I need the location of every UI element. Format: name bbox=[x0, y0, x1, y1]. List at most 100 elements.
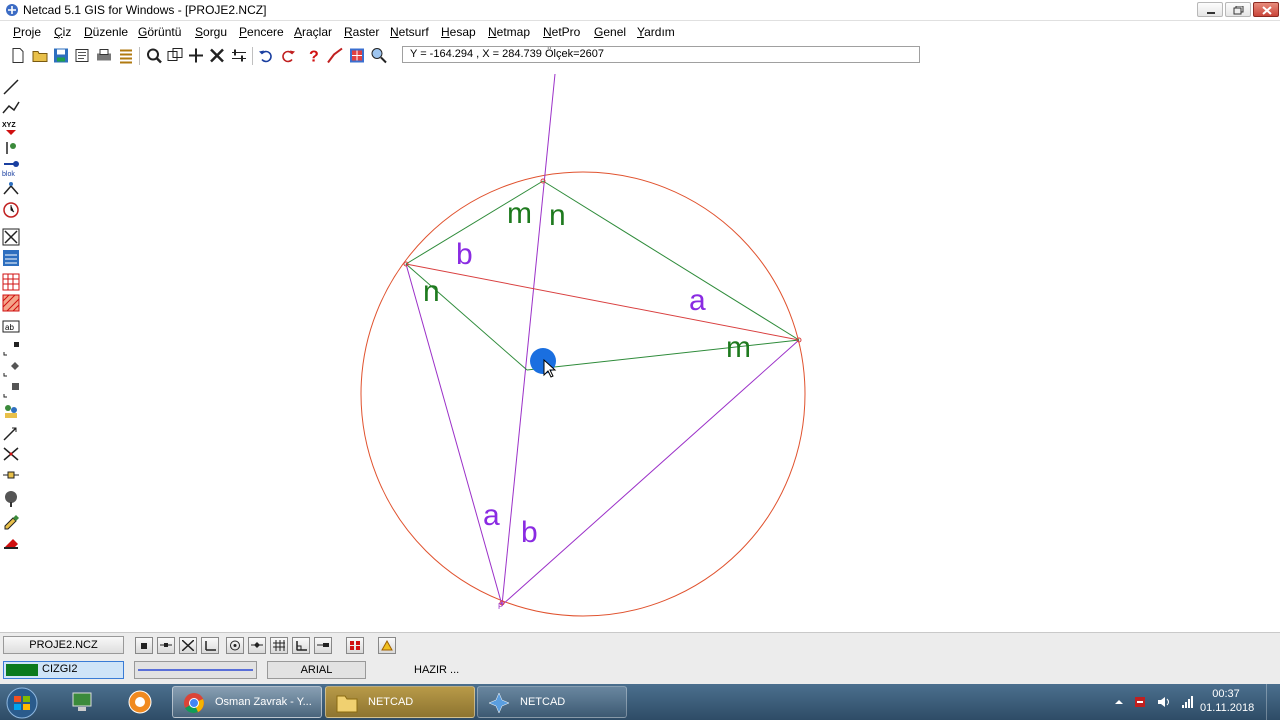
line-tool-icon[interactable] bbox=[2, 78, 20, 96]
menu-genel[interactable]: Genel bbox=[594, 25, 626, 39]
file-tab[interactable]: PROJE2.NCZ bbox=[3, 636, 124, 654]
menu-sorgu[interactable]: Sorgu bbox=[195, 25, 227, 39]
menu-raster[interactable]: Raster bbox=[344, 25, 379, 39]
undo-icon[interactable] bbox=[257, 46, 275, 65]
snap-button[interactable] bbox=[201, 637, 219, 654]
taskbar-app-chrome[interactable]: Osman Zavrak - Y... bbox=[172, 686, 322, 718]
menu-pencere[interactable]: Pencere bbox=[239, 25, 284, 39]
warning-button[interactable] bbox=[378, 637, 396, 654]
snap-button[interactable] bbox=[226, 637, 244, 654]
minimize-icon bbox=[1207, 12, 1215, 14]
line-left-p[interactable] bbox=[405, 263, 503, 606]
snap-button[interactable] bbox=[135, 637, 153, 654]
polar-button[interactable] bbox=[314, 637, 332, 654]
pan-icon[interactable] bbox=[187, 46, 205, 65]
grid-icon bbox=[273, 640, 285, 651]
point-tool-icon[interactable] bbox=[2, 139, 20, 157]
menu-hesap[interactable]: Hesap bbox=[441, 25, 476, 39]
taskbar-pinned-app[interactable] bbox=[56, 686, 110, 718]
volume-icon[interactable] bbox=[1157, 695, 1171, 709]
menu-goruntu[interactable]: Görüntü bbox=[138, 25, 181, 39]
menu-netpro[interactable]: NetPro bbox=[543, 25, 580, 39]
polar-icon bbox=[317, 643, 329, 647]
angle-tool-icon[interactable] bbox=[2, 424, 20, 442]
status-bar: CIZGI2 ARIAL HAZIR ... bbox=[0, 658, 1280, 684]
paint-icon[interactable] bbox=[2, 512, 20, 530]
new-file-icon[interactable] bbox=[9, 46, 27, 65]
chord-left-right[interactable] bbox=[405, 263, 800, 341]
polyline-tool-icon[interactable] bbox=[326, 46, 344, 65]
cross-section-icon[interactable] bbox=[2, 228, 20, 246]
redo-icon[interactable] bbox=[279, 46, 297, 65]
drawing-canvas[interactable]: P m n b n a m a b bbox=[22, 70, 1280, 630]
menu-duzenle[interactable]: Düzenle bbox=[84, 25, 128, 39]
zoom-window-icon[interactable] bbox=[166, 46, 184, 65]
polyline-tool-icon[interactable] bbox=[2, 99, 20, 117]
tray-expand-icon[interactable] bbox=[1112, 695, 1126, 709]
snap-button[interactable] bbox=[157, 637, 175, 654]
clock-icon[interactable] bbox=[2, 201, 20, 219]
node-tool-icon[interactable] bbox=[2, 466, 20, 484]
print-icon[interactable] bbox=[95, 46, 113, 65]
computer-icon bbox=[72, 692, 92, 711]
menu-yardim[interactable]: Yardım bbox=[637, 25, 675, 39]
hatch-grid-icon[interactable] bbox=[2, 273, 20, 291]
diamond-icon[interactable] bbox=[2, 359, 20, 377]
search-icon[interactable] bbox=[370, 46, 388, 65]
tree-icon[interactable] bbox=[2, 490, 20, 508]
snap-button[interactable] bbox=[179, 637, 197, 654]
select-button[interactable] bbox=[346, 637, 364, 654]
snap-button[interactable] bbox=[248, 637, 266, 654]
delete-icon[interactable] bbox=[208, 46, 226, 65]
large-square-icon[interactable] bbox=[2, 380, 20, 398]
linetype-selector[interactable] bbox=[134, 661, 257, 679]
text-tool-icon[interactable]: ab bbox=[2, 317, 20, 335]
security-tray-icon[interactable] bbox=[1133, 695, 1147, 709]
taskbar-app-netcad[interactable]: NETCAD bbox=[477, 686, 627, 718]
system-clock[interactable]: 00:37 01.11.2018 bbox=[1200, 687, 1255, 715]
grid-button[interactable] bbox=[270, 637, 288, 654]
start-button[interactable] bbox=[4, 686, 40, 719]
people-icon[interactable] bbox=[2, 402, 20, 420]
xyz-point-icon[interactable]: XYZ bbox=[2, 119, 20, 137]
menu-ciz[interactable]: Çiz bbox=[54, 25, 71, 39]
adjust-icon[interactable] bbox=[230, 46, 248, 65]
save-icon[interactable] bbox=[52, 46, 70, 65]
green-center-right[interactable] bbox=[526, 339, 800, 371]
offset-tool-icon[interactable] bbox=[2, 180, 20, 198]
menu-netmap[interactable]: Netmap bbox=[488, 25, 530, 39]
font-selector[interactable]: ARIAL bbox=[267, 661, 366, 679]
layer-color-swatch bbox=[6, 664, 38, 676]
menu-proje[interactable]: Proje bbox=[13, 25, 41, 39]
svg-text:blok: blok bbox=[2, 171, 15, 177]
show-desktop-button[interactable] bbox=[1266, 684, 1280, 720]
block-icon[interactable]: blok bbox=[2, 159, 20, 177]
snap-center-icon bbox=[230, 640, 240, 651]
grid-table-icon[interactable] bbox=[2, 249, 20, 267]
clock-date: 01.11.2018 bbox=[1200, 702, 1255, 714]
taskbar-app-netcad-folder[interactable]: NETCAD bbox=[325, 686, 475, 718]
ortho-button[interactable] bbox=[292, 637, 310, 654]
hatch-fill-icon[interactable] bbox=[2, 294, 20, 312]
layer-selector[interactable]: CIZGI2 bbox=[3, 661, 124, 679]
help-icon[interactable]: ? bbox=[304, 46, 322, 66]
close-button[interactable] bbox=[1253, 2, 1279, 17]
intersection-icon[interactable] bbox=[2, 445, 20, 463]
maximize-button[interactable] bbox=[1225, 2, 1251, 17]
menu-netsurf[interactable]: Netsurf bbox=[390, 25, 429, 39]
open-folder-icon[interactable] bbox=[31, 46, 49, 65]
minimize-button[interactable] bbox=[1197, 2, 1223, 17]
status-message: HAZIR ... bbox=[414, 664, 460, 676]
small-square-icon[interactable] bbox=[2, 338, 20, 356]
eraser-icon[interactable] bbox=[2, 532, 20, 550]
taskbar-pinned-app[interactable] bbox=[114, 686, 168, 718]
restore-icon bbox=[1233, 6, 1244, 15]
print-preview-icon[interactable] bbox=[73, 46, 91, 65]
menu-araclar[interactable]: Araçlar bbox=[294, 25, 332, 39]
layers-list-icon[interactable] bbox=[117, 46, 135, 65]
ortho-icon bbox=[296, 641, 307, 651]
zoom-icon[interactable] bbox=[145, 46, 163, 65]
line-p-right[interactable] bbox=[501, 339, 800, 606]
raster-icon[interactable] bbox=[348, 46, 366, 65]
network-signal-icon[interactable] bbox=[1181, 695, 1195, 709]
